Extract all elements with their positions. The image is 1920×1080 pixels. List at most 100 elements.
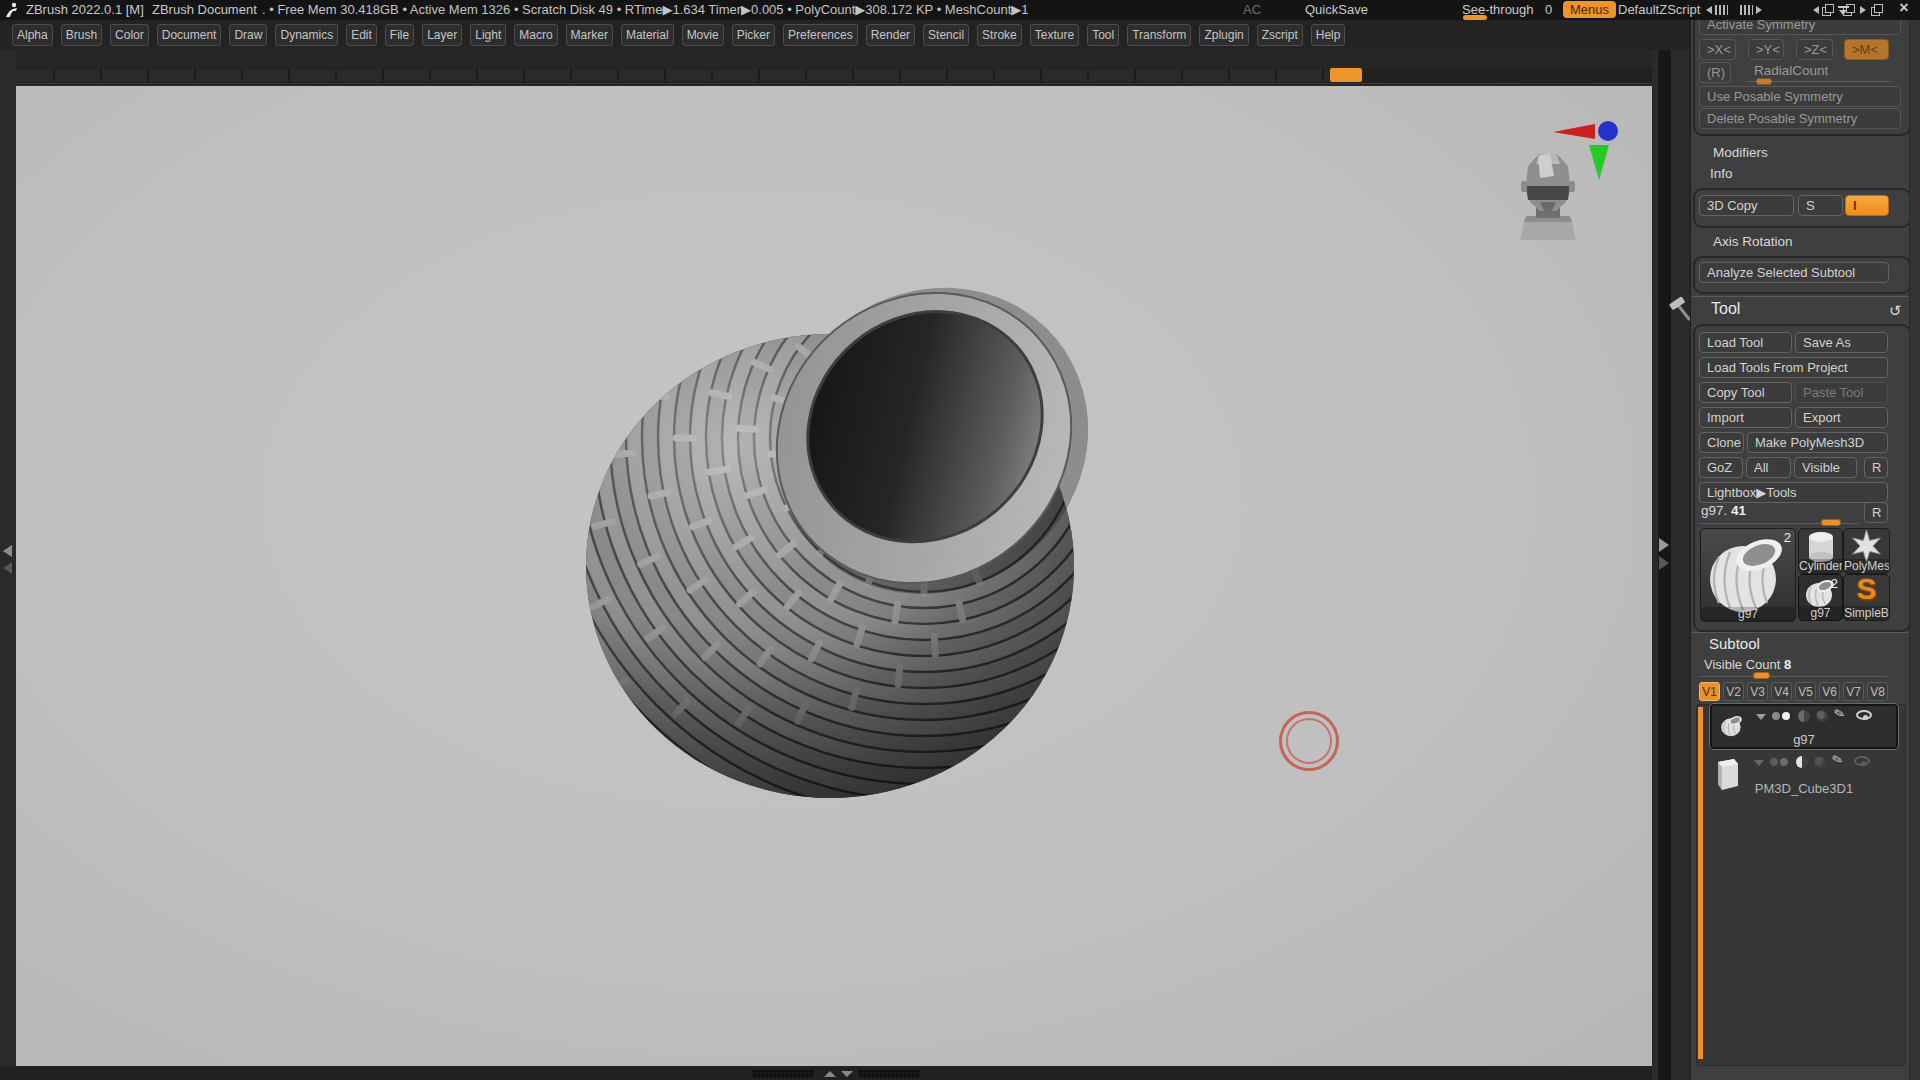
default-zscript-button[interactable]: DefaultZScript bbox=[1618, 2, 1700, 17]
subtool-polypaint-icon[interactable] bbox=[1798, 710, 1810, 722]
tab-v3[interactable]: V3 bbox=[1747, 682, 1768, 701]
tool-name-slider[interactable]: g97. 41 bbox=[1701, 503, 1746, 518]
document-canvas[interactable] bbox=[16, 86, 1652, 1066]
paste-tool-button[interactable]: Paste Tool bbox=[1795, 382, 1888, 403]
menu-light[interactable]: Light bbox=[470, 24, 506, 46]
use-posable-symmetry-button[interactable]: Use Posable Symmetry bbox=[1699, 86, 1901, 107]
radial-count-handle[interactable] bbox=[1756, 78, 1772, 85]
tab-v5[interactable]: V5 bbox=[1795, 682, 1816, 701]
menu-document[interactable]: Document bbox=[157, 24, 222, 46]
tool-reset-icon[interactable]: ↺ bbox=[1889, 302, 1902, 320]
bottom-tray-close-icon[interactable] bbox=[841, 1071, 853, 1077]
visible-count-slider[interactable]: Visible Count 8 bbox=[1704, 657, 1791, 672]
minimize-button[interactable] bbox=[1838, 6, 1849, 16]
menu-alpha[interactable]: Alpha bbox=[12, 24, 53, 46]
menu-brush[interactable]: Brush bbox=[61, 24, 102, 46]
bottom-tray-open-icon[interactable] bbox=[824, 1071, 836, 1077]
subtool-section-title[interactable]: Subtool bbox=[1709, 635, 1760, 652]
divider-right-icon[interactable] bbox=[1756, 6, 1762, 14]
lightbox-tools-button[interactable]: Lightbox▶Tools bbox=[1699, 482, 1888, 503]
s-button[interactable]: S bbox=[1798, 195, 1843, 216]
all-button[interactable]: All bbox=[1746, 457, 1791, 478]
quicksave-button[interactable]: QuickSave bbox=[1305, 2, 1368, 17]
tool-slider-r-button[interactable]: R bbox=[1864, 502, 1888, 523]
divider-left-icon[interactable] bbox=[1706, 6, 1712, 14]
menu-macro[interactable]: Macro bbox=[514, 24, 557, 46]
radial-count-slider[interactable]: RadialCount bbox=[1754, 63, 1828, 78]
menu-edit[interactable]: Edit bbox=[346, 24, 377, 46]
visible-button[interactable]: Visible bbox=[1794, 457, 1857, 478]
tool-slider-handle[interactable] bbox=[1821, 519, 1841, 526]
activate-symmetry-button[interactable]: Activate Symmetry bbox=[1699, 20, 1901, 35]
menu-zscript[interactable]: Zscript bbox=[1257, 24, 1303, 46]
menu-movie[interactable]: Movie bbox=[682, 24, 724, 46]
axis-orientation-widget[interactable] bbox=[1553, 118, 1625, 186]
symmetry-m-button[interactable]: >M< bbox=[1844, 39, 1889, 60]
tab-v6[interactable]: V6 bbox=[1819, 682, 1840, 701]
load-tool-button[interactable]: Load Tool bbox=[1699, 332, 1792, 353]
current-tool-thumbnail[interactable]: 2 g97 bbox=[1700, 528, 1796, 622]
make-polymesh3d-button[interactable]: Make PolyMesh3D bbox=[1747, 432, 1888, 453]
visible-count-handle[interactable] bbox=[1753, 672, 1770, 679]
menu-file[interactable]: File bbox=[385, 24, 414, 46]
tool-thumb-g97-small[interactable]: 2 g97 bbox=[1798, 574, 1843, 621]
left-tray-handle-icon[interactable] bbox=[3, 545, 12, 557]
symmetry-r-button[interactable]: (R) bbox=[1699, 62, 1731, 83]
tab-v7[interactable]: V7 bbox=[1843, 682, 1864, 701]
menu-tool[interactable]: Tool bbox=[1087, 24, 1119, 46]
tool-thumb-simplebrush[interactable]: S SimpleB bbox=[1843, 574, 1890, 621]
subtool-scrollbar[interactable] bbox=[1698, 707, 1703, 1059]
menu-help[interactable]: Help bbox=[1311, 24, 1346, 46]
tool-thumb-cylinder[interactable]: Cylinder bbox=[1798, 528, 1843, 574]
symmetry-y-button[interactable]: >Y< bbox=[1748, 39, 1784, 60]
menu-layer[interactable]: Layer bbox=[422, 24, 462, 46]
window-stack-icon[interactable] bbox=[1822, 4, 1834, 15]
goz-button[interactable]: GoZ bbox=[1699, 457, 1743, 478]
copy-3d-button[interactable]: 3D Copy bbox=[1699, 195, 1794, 216]
subtool-row-cube[interactable]: ✎ PM3D_Cube3D1 bbox=[1710, 752, 1898, 798]
tool-section-title[interactable]: Tool bbox=[1711, 300, 1740, 318]
tab-v1[interactable]: V1 bbox=[1699, 682, 1720, 701]
menu-stroke[interactable]: Stroke bbox=[977, 24, 1022, 46]
menus-button[interactable]: Menus bbox=[1563, 1, 1616, 18]
symmetry-z-button[interactable]: >Z< bbox=[1796, 39, 1833, 60]
menu-texture[interactable]: Texture bbox=[1030, 24, 1079, 46]
subtool-toggle-icon[interactable] bbox=[1770, 710, 1792, 721]
tab-v2[interactable]: V2 bbox=[1723, 682, 1744, 701]
menu-render[interactable]: Render bbox=[866, 24, 915, 46]
tab-v8[interactable]: V8 bbox=[1867, 682, 1888, 701]
clone-button[interactable]: Clone bbox=[1699, 432, 1744, 453]
menu-draw[interactable]: Draw bbox=[229, 24, 267, 46]
save-as-button[interactable]: Save As bbox=[1795, 332, 1888, 353]
goz-r-button[interactable]: R bbox=[1864, 457, 1888, 478]
copy-tool-button[interactable]: Copy Tool bbox=[1699, 382, 1792, 403]
menu-stencil[interactable]: Stencil bbox=[923, 24, 969, 46]
menu-transform[interactable]: Transform bbox=[1127, 24, 1191, 46]
menu-picker[interactable]: Picker bbox=[732, 24, 775, 46]
i-button[interactable]: I bbox=[1845, 195, 1889, 216]
load-tools-from-project-button[interactable]: Load Tools From Project bbox=[1699, 357, 1888, 378]
tab-v4[interactable]: V4 bbox=[1771, 682, 1792, 701]
right-tray-handle-icon[interactable] bbox=[1659, 538, 1669, 552]
analyze-selected-subtool-button[interactable]: Analyze Selected Subtool bbox=[1699, 262, 1889, 283]
menu-dynamics[interactable]: Dynamics bbox=[275, 24, 338, 46]
subtool-fold-icon[interactable] bbox=[1756, 714, 1766, 720]
symmetry-x-button[interactable]: >X< bbox=[1699, 39, 1736, 60]
subtool-eye-icon[interactable] bbox=[1856, 710, 1872, 720]
subtool-brush-icon[interactable]: ✎ bbox=[1832, 705, 1846, 722]
menu-preferences[interactable]: Preferences bbox=[783, 24, 858, 46]
window-prev-icon[interactable] bbox=[1813, 6, 1819, 14]
tool-thumb-polymesh[interactable]: PolyMes bbox=[1843, 528, 1890, 574]
restore-button[interactable] bbox=[1871, 4, 1883, 15]
menu-zplugin[interactable]: Zplugin bbox=[1199, 24, 1248, 46]
menu-color[interactable]: Color bbox=[110, 24, 149, 46]
export-button[interactable]: Export bbox=[1795, 407, 1888, 428]
panel-scrollbar[interactable] bbox=[1909, 20, 1920, 1080]
timeline-strip[interactable] bbox=[0, 68, 1652, 84]
menu-marker[interactable]: Marker bbox=[566, 24, 613, 46]
menu-material[interactable]: Material bbox=[621, 24, 674, 46]
subtool-row-g97[interactable]: ✎ g97 bbox=[1710, 704, 1898, 749]
subtool-uv-icon[interactable] bbox=[1816, 710, 1828, 722]
window-next-icon[interactable] bbox=[1860, 6, 1866, 14]
delete-posable-symmetry-button[interactable]: Delete Posable Symmetry bbox=[1699, 108, 1901, 129]
